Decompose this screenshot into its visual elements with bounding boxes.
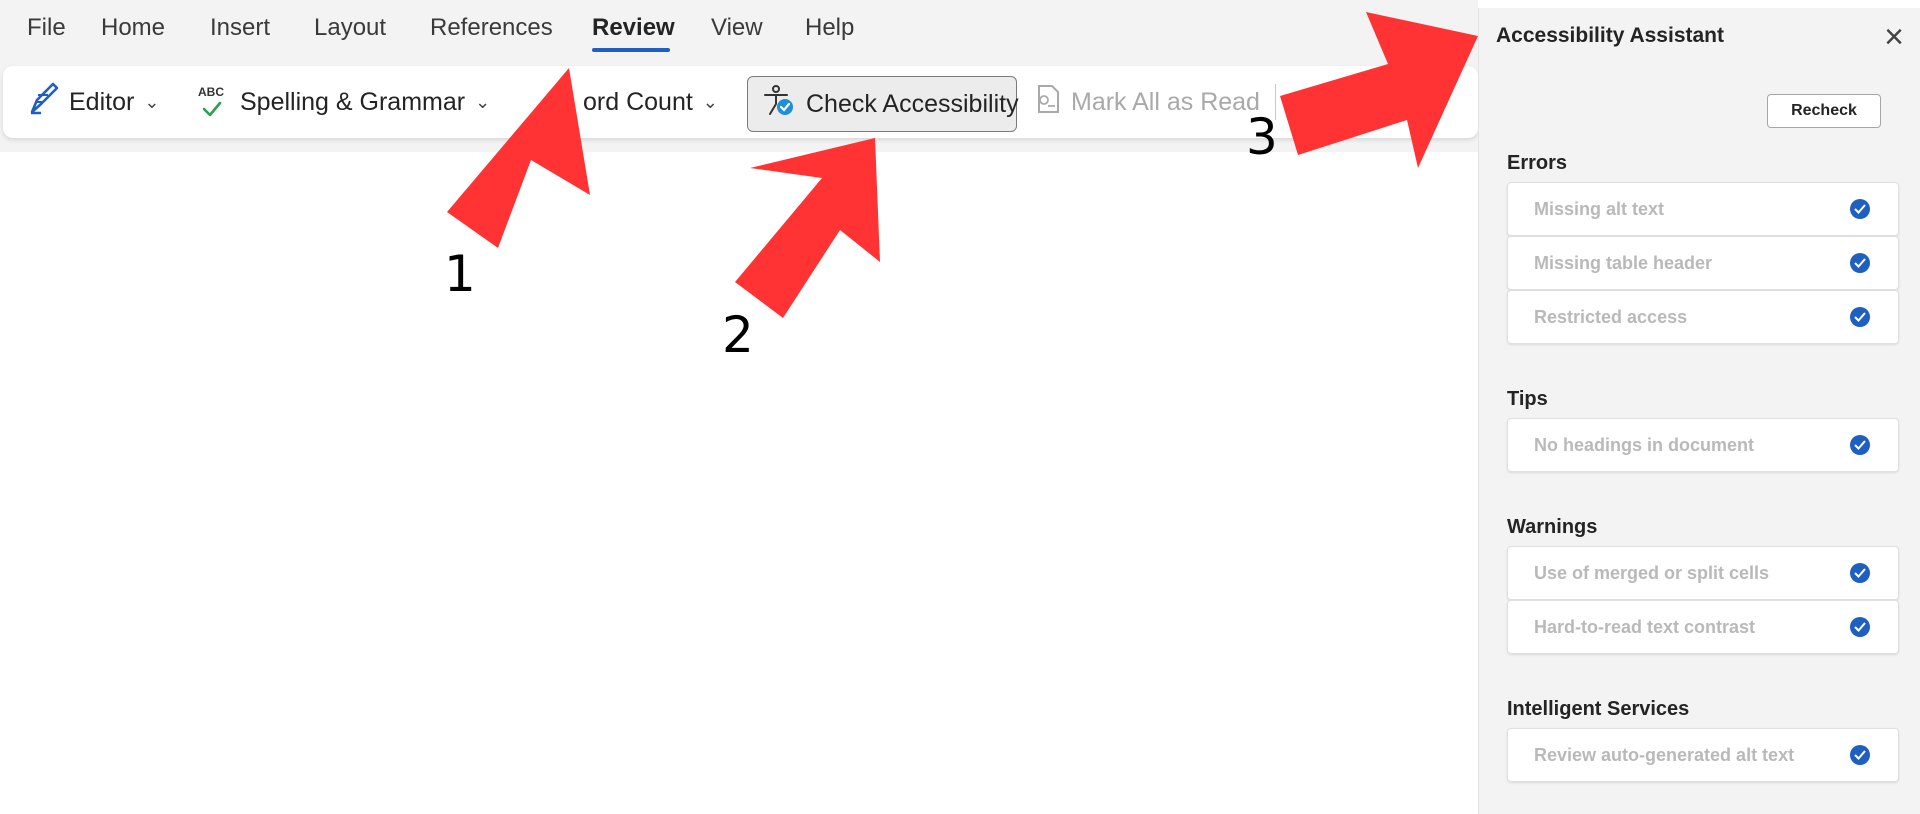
mark-all-read-button[interactable]: Mark All as Read [1035,66,1260,138]
pane-title: Accessibility Assistant [1496,24,1724,47]
issue-card[interactable]: No headings in document [1507,418,1899,472]
menu-bar: File Home Insert Layout References Revie… [0,0,1478,60]
issue-card[interactable]: Missing table header [1507,236,1899,290]
issue-label: Use of merged or split cells [1534,562,1770,583]
annotation-step-3: 3 [1246,108,1278,166]
check-circle-icon [1850,435,1870,455]
word-count-label: ord Count [583,87,693,116]
menu-layout[interactable]: Layout [314,14,386,42]
menu-file[interactable]: File [27,14,66,42]
issue-label: Hard-to-read text contrast [1534,616,1756,637]
accessibility-assistant-pane: Accessibility Assistant × Recheck Errors… [1478,8,1920,814]
section-intelligent-services-heading: Intelligent Services [1507,698,1690,720]
word-count-button[interactable]: ord Count ⌄ [583,66,718,138]
section-errors-heading: Errors [1507,152,1568,174]
issue-card[interactable]: Review auto-generated alt text [1507,728,1899,782]
issue-card[interactable]: Restricted access [1507,290,1899,344]
check-accessibility-button[interactable]: Check Accessibility [747,76,1019,132]
issue-label: Restricted access [1534,306,1688,327]
check-circle-icon [1850,199,1870,219]
issue-label: Review auto-generated alt text [1534,744,1795,765]
chevron-down-icon: ⌄ [144,91,160,112]
issue-card[interactable]: Use of merged or split cells [1507,546,1899,600]
accessibility-check-icon [762,84,796,125]
section-tips-heading: Tips [1507,388,1548,410]
issue-label: Missing alt text [1534,198,1665,219]
menu-review[interactable]: Review [592,14,675,42]
spelling-check-icon: ABC [198,85,230,119]
spelling-grammar-label: Spelling & Grammar [240,87,466,116]
close-icon[interactable]: × [1877,20,1911,56]
menu-insert[interactable]: Insert [210,14,270,42]
section-warnings-heading: Warnings [1507,516,1598,538]
annotation-arrow-2 [735,138,880,318]
mark-read-icon [1035,84,1061,121]
menu-references[interactable]: References [430,14,553,42]
issue-card[interactable]: Missing alt text [1507,182,1899,236]
check-circle-icon [1850,307,1870,327]
check-circle-icon [1850,253,1870,273]
check-circle-icon [1850,617,1870,637]
annotation-step-1: 1 [444,245,476,303]
menu-home[interactable]: Home [101,14,165,42]
editor-button[interactable]: Editor ⌄ [27,66,159,138]
recheck-button[interactable]: Recheck [1767,94,1881,128]
menu-view[interactable]: View [711,14,763,42]
menu-help[interactable]: Help [805,14,854,42]
mark-all-read-label: Mark All as Read [1071,87,1260,116]
editor-label: Editor [69,87,135,116]
editor-pen-icon [27,82,59,123]
issue-card[interactable]: Hard-to-read text contrast [1507,600,1899,654]
chevron-down-icon: ⌄ [475,91,491,112]
spelling-grammar-button[interactable]: ABC Spelling & Grammar ⌄ [198,66,490,138]
annotation-step-2: 2 [722,306,754,364]
issue-label: Missing table header [1534,252,1713,273]
issue-label: No headings in document [1534,434,1755,455]
chevron-down-icon: ⌄ [702,91,718,112]
check-circle-icon [1850,563,1870,583]
check-accessibility-label: Check Accessibility [806,89,1019,118]
active-tab-underline [592,48,670,52]
check-circle-icon [1850,745,1870,765]
